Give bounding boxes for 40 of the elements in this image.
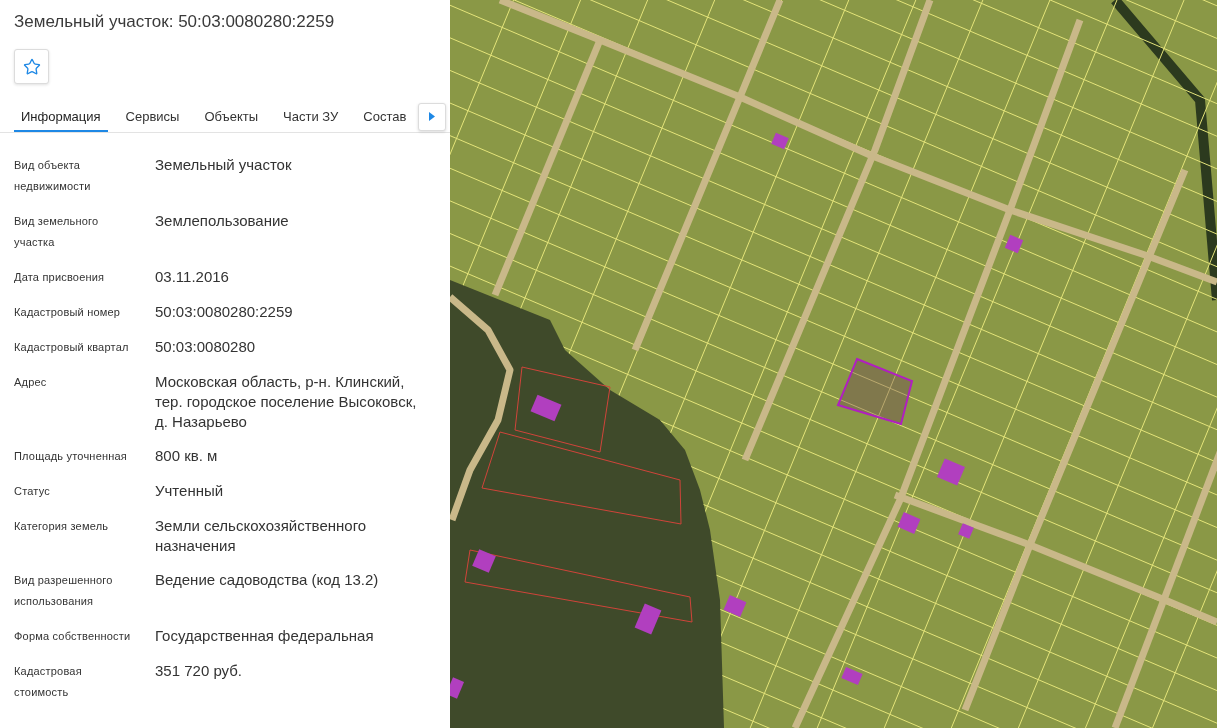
- tab[interactable]: Части ЗУ: [276, 101, 346, 132]
- field-label: Кадастровый номер: [14, 305, 122, 320]
- field-value: Московская область, р-н. Клинский, тер. городское поселение Высоковск, д. Назарьево: [155, 372, 418, 432]
- field-value: 50:03:0080280:2259: [155, 302, 294, 322]
- tab[interactable]: Состав: [356, 101, 414, 132]
- building-marker: [771, 132, 789, 150]
- field-label: Вид объекта недвижимости: [14, 158, 92, 194]
- field-label: Площадь уточненная: [14, 449, 128, 464]
- building-marker: [723, 595, 747, 617]
- field-label: Вид земельного участка: [14, 214, 100, 250]
- field-label: Категория земель: [14, 519, 110, 534]
- building-marker: [897, 512, 921, 534]
- field-value: Учтенный: [155, 481, 225, 501]
- field-value: Государственная федеральная: [155, 626, 375, 646]
- selected-parcel-outline[interactable]: [836, 357, 914, 426]
- building-marker: [958, 523, 974, 539]
- field-value: 50:03:0080280: [155, 337, 257, 357]
- field-value: 800 кв. м: [155, 446, 219, 466]
- field-value: 03.11.2016: [155, 267, 230, 287]
- field-label: Кадастровый квартал: [14, 340, 130, 355]
- field-label: Дата присвоения: [14, 270, 106, 285]
- field-value: Ведение садоводства (код 13.2): [155, 570, 380, 590]
- favorite-button[interactable]: [14, 49, 49, 84]
- field-label: Адрес: [14, 375, 48, 390]
- scroll-tabs-button[interactable]: [418, 102, 446, 131]
- field-value: 351 720 руб.: [155, 661, 243, 681]
- field-label: Форма собственности: [14, 629, 132, 644]
- field-label: Вид разрешенного использования: [14, 573, 114, 609]
- page-title: Земельный участок: 50:03:0080280:2259: [14, 11, 336, 33]
- tab[interactable]: Информация: [14, 101, 108, 132]
- tab[interactable]: Сервисы: [118, 101, 187, 132]
- field-value: Земельный участок: [155, 155, 293, 175]
- building-marker: [841, 666, 863, 686]
- field-label: Статус: [14, 484, 51, 499]
- caret-right-icon: [429, 112, 435, 121]
- building-marker: [1004, 234, 1024, 254]
- field-value: Земли сельскохозяйственного назначения: [155, 516, 368, 556]
- tab[interactable]: Объекты: [197, 101, 266, 132]
- field-value: Землепользование: [155, 211, 290, 231]
- field-label: Кадастровая стоимость: [14, 664, 83, 700]
